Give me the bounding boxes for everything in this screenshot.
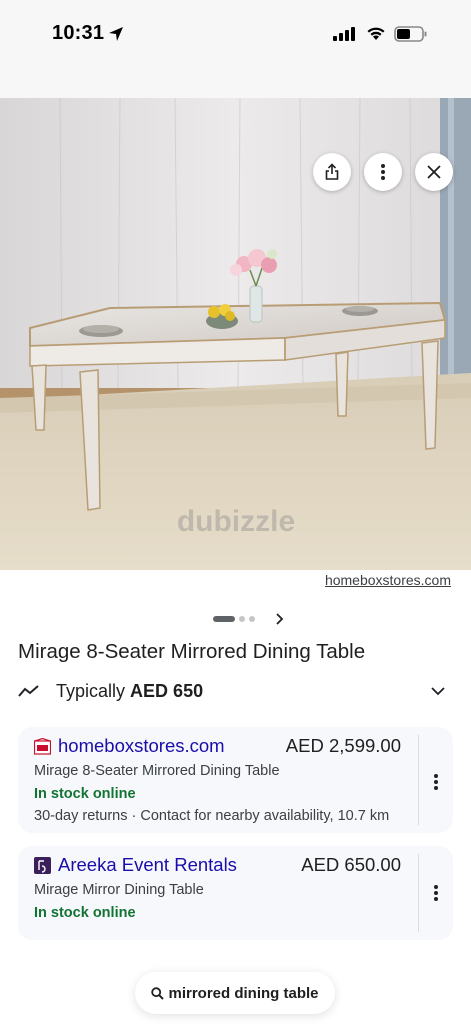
share-button[interactable] — [313, 153, 351, 191]
offer-card[interactable]: homeboxstores.com AED 2,599.00 Mirage 8-… — [18, 727, 453, 833]
status-bar: 10:31 — [0, 0, 471, 70]
close-icon — [427, 165, 441, 179]
typically-label: Typically — [56, 681, 126, 701]
offer-description: Mirage 8-Seater Mirrored Dining Table — [34, 763, 280, 779]
typically-price: AED 650 — [130, 681, 204, 701]
status-time: 10:31 — [52, 22, 105, 44]
offer-price: AED 2,599.00 — [285, 735, 401, 756]
carousel-indicator — [213, 616, 255, 622]
product-title: Mirage 8-Seater Mirrored Dining Table — [18, 640, 366, 663]
stock-status: In stock online — [34, 786, 136, 802]
close-button[interactable] — [415, 153, 453, 191]
areeka-logo-icon — [34, 857, 51, 874]
search-query-text: mirrored dining table — [168, 984, 319, 1002]
more-vert-icon — [381, 164, 385, 180]
chevron-down-icon[interactable] — [431, 686, 445, 696]
search-query-pill[interactable]: mirrored dining table — [135, 972, 335, 1014]
image-viewer: dubizzle — [0, 70, 471, 570]
share-icon — [325, 163, 339, 180]
carousel-dot — [249, 616, 255, 622]
carousel-next-icon[interactable] — [274, 612, 284, 626]
offer-description: Mirage Mirror Dining Table — [34, 882, 204, 898]
divider — [418, 735, 419, 825]
typical-price-row[interactable]: Typically AED 650 — [18, 680, 453, 704]
cellular-signal-icon — [333, 27, 355, 41]
homebox-logo-icon — [34, 738, 51, 755]
seller-link[interactable]: homeboxstores.com — [58, 735, 225, 757]
search-icon — [151, 986, 165, 1000]
dubizzle-watermark: dubizzle — [177, 505, 295, 538]
typical-price-text: Typically AED 650 — [56, 681, 203, 702]
offer-card[interactable]: Areeka Event Rentals AED 650.00 Mirage M… — [18, 846, 453, 940]
offer-details: 30-day returns · Contact for nearby avai… — [34, 808, 390, 824]
carousel-dot-active — [213, 616, 235, 622]
location-arrow-icon — [109, 27, 123, 41]
more-options-button[interactable] — [364, 153, 402, 191]
offer-price: AED 650.00 — [301, 854, 401, 875]
price-trend-icon — [18, 685, 39, 697]
divider — [418, 854, 419, 932]
wifi-icon — [367, 27, 385, 40]
seller-link[interactable]: Areeka Event Rentals — [58, 854, 237, 876]
stock-status: In stock online — [34, 905, 136, 921]
more-vert-icon[interactable] — [431, 884, 441, 902]
more-vert-icon[interactable] — [431, 773, 441, 791]
carousel-dot — [239, 616, 245, 622]
image-source-link[interactable]: homeboxstores.com — [325, 572, 451, 588]
battery-icon — [394, 26, 427, 42]
